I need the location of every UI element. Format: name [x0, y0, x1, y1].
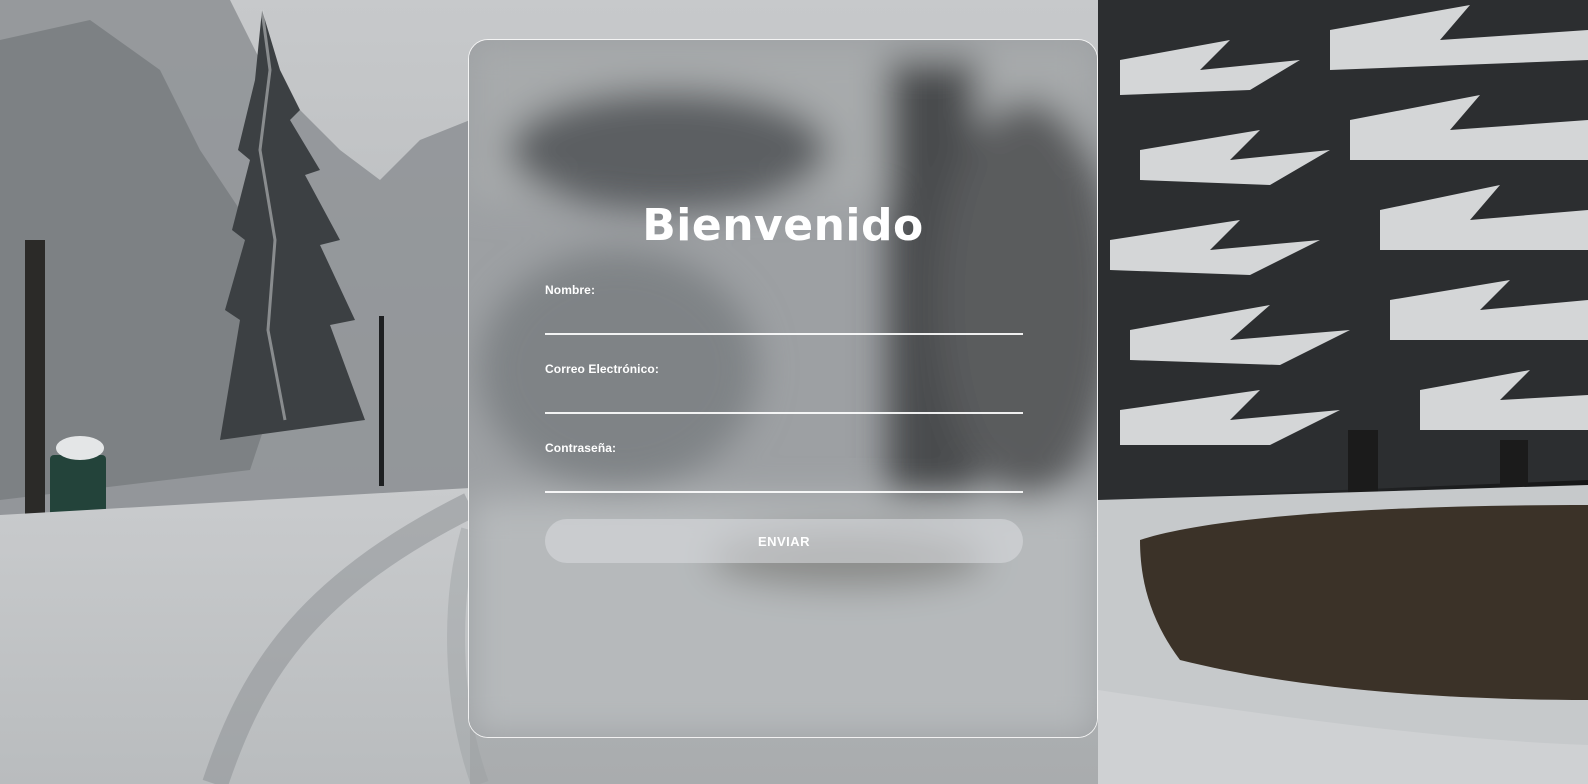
- name-field-group: Nombre:: [545, 283, 1023, 335]
- password-input[interactable]: [545, 461, 1023, 493]
- email-input[interactable]: [545, 382, 1023, 414]
- welcome-title: Bienvenido: [642, 200, 924, 251]
- password-field-group: Contraseña:: [545, 441, 1023, 493]
- email-field-group: Correo Electrónico:: [545, 362, 1023, 414]
- login-card: Bienvenido Nombre: Correo Electrónico: C…: [468, 39, 1098, 738]
- submit-button[interactable]: ENVIAR: [545, 519, 1023, 563]
- email-label: Correo Electrónico:: [545, 362, 659, 376]
- name-input[interactable]: [545, 303, 1023, 335]
- password-label: Contraseña:: [545, 441, 617, 455]
- name-label: Nombre:: [545, 283, 596, 297]
